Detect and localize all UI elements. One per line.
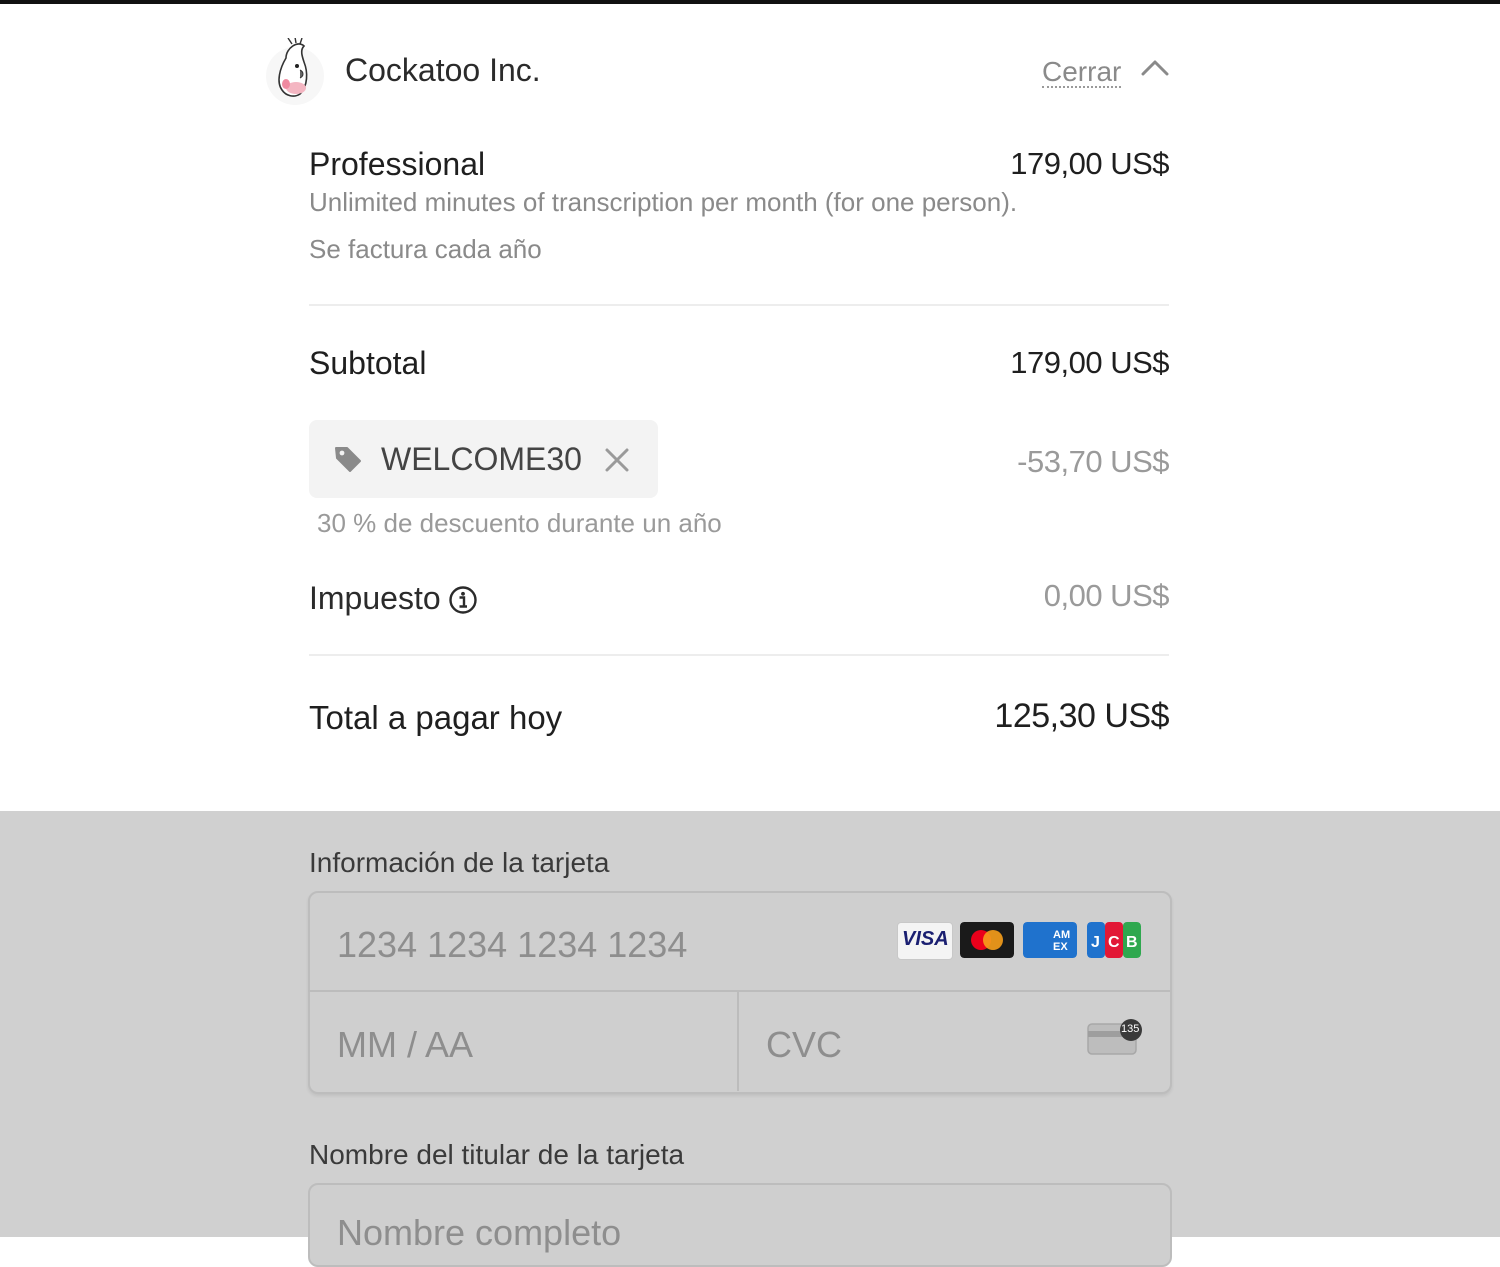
- chevron-up-icon[interactable]: [1140, 56, 1170, 80]
- card-number-input[interactable]: 1234 1234 1234 1234: [337, 924, 687, 966]
- svg-text:EX: EX: [1053, 941, 1068, 953]
- product-name: Professional: [309, 146, 486, 182]
- product-description: Unlimited minutes of transcription per m…: [309, 187, 1018, 217]
- cardholder-name-placeholder: Nombre completo: [337, 1212, 622, 1253]
- total-label: Total a pagar hoy: [309, 699, 563, 736]
- product-price: 179,00 US$: [1010, 146, 1169, 181]
- discount-description: 30 % de descuento durante un año: [317, 508, 722, 538]
- cvc-card-icon: 135: [1086, 1018, 1144, 1056]
- visa-label: VISA: [902, 928, 949, 950]
- subtotal-value: 179,00 US$: [1010, 345, 1169, 380]
- svg-text:C: C: [1108, 934, 1120, 951]
- discount-value: -53,70 US$: [1017, 444, 1169, 479]
- promo-code: WELCOME30: [381, 441, 582, 477]
- svg-text:AM: AM: [1053, 929, 1070, 941]
- close-summary-link[interactable]: Cerrar: [1042, 58, 1122, 88]
- total-value: 125,30 US$: [994, 697, 1169, 735]
- remove-promo-icon[interactable]: [603, 446, 631, 474]
- tag-icon: [335, 447, 361, 472]
- subtotal-label: Subtotal: [309, 345, 427, 381]
- divider: [309, 654, 1169, 656]
- info-icon[interactable]: [448, 585, 478, 615]
- svg-text:B: B: [1126, 934, 1138, 951]
- order-summary-panel: [0, 4, 1500, 811]
- card-info-label: Información de la tarjeta: [309, 847, 610, 878]
- merchant-name: Cockatoo Inc.: [345, 52, 541, 88]
- amex-icon: AM EX: [1023, 922, 1077, 958]
- cockatoo-logo: [266, 38, 324, 105]
- cvc-hint-number: 135: [1121, 1023, 1140, 1035]
- billing-frequency: Se factura cada año: [309, 234, 542, 264]
- divider: [309, 304, 1169, 306]
- svg-text:J: J: [1091, 934, 1100, 951]
- divider: [737, 991, 739, 1091]
- jcb-icon: J C B: [1087, 922, 1141, 958]
- mastercard-icon: [960, 922, 1014, 958]
- expiry-input[interactable]: MM / AA: [337, 1024, 473, 1066]
- tax-label: Impuesto: [309, 580, 441, 616]
- tax-value: 0,00 US$: [1043, 578, 1170, 613]
- visa-icon: VISA: [897, 922, 953, 960]
- cvc-input[interactable]: CVC: [766, 1024, 842, 1066]
- divider: [308, 990, 1170, 992]
- cardholder-name-label: Nombre del titular de la tarjeta: [309, 1139, 685, 1170]
